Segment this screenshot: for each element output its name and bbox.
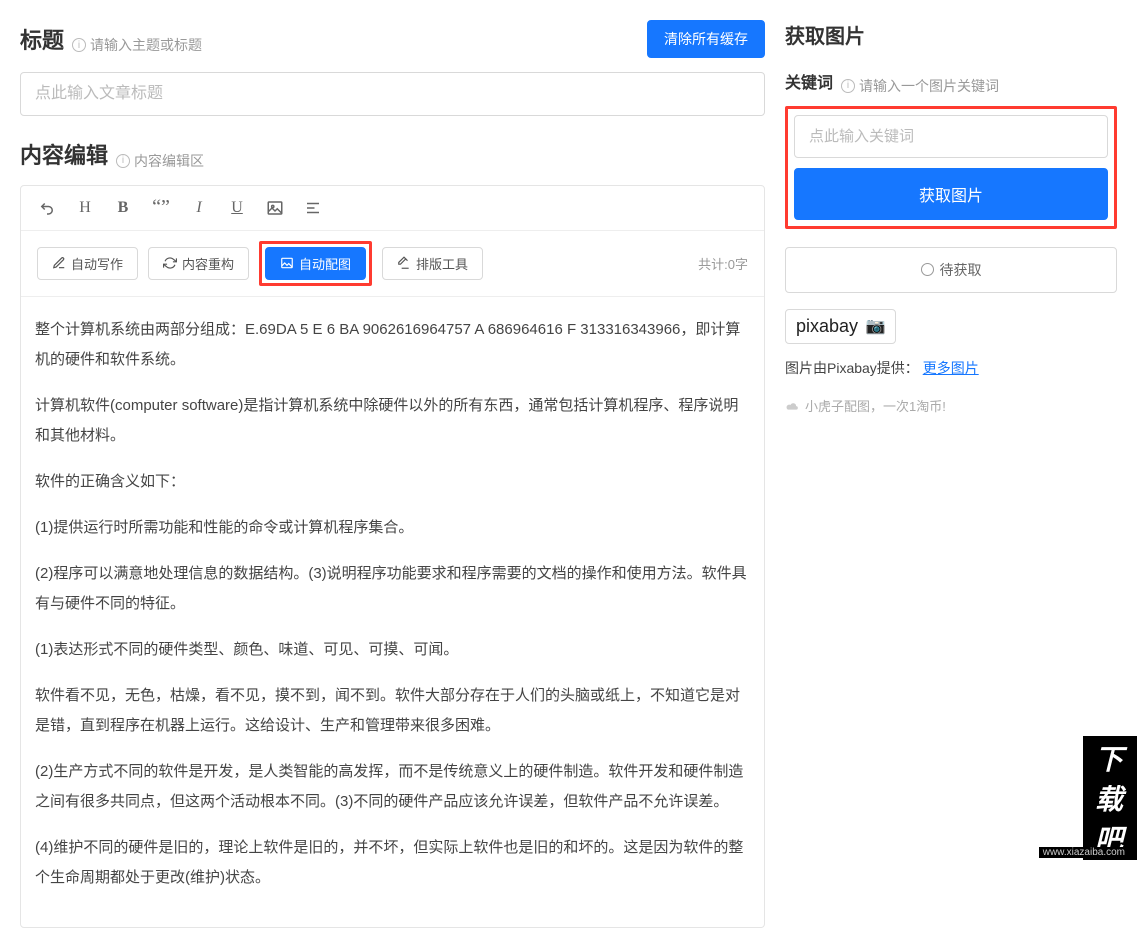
undo-icon[interactable] [37,198,57,218]
sidebar-title: 获取图片 [785,20,1117,49]
keyword-hint: i 请输入一个图片关键词 [841,76,999,96]
image-icon[interactable] [265,198,285,218]
circle-icon [921,263,934,276]
editor-box: H B “” I U 自动写作 内容重构 [20,185,765,928]
cloud-icon [785,400,799,410]
editor-paragraph: (1)提供运行时所需功能和性能的命令或计算机程序集合。 [35,513,750,543]
word-count: 共计:0字 [698,254,748,273]
restructure-button[interactable]: 内容重构 [148,247,249,280]
title-label: 标题 [20,23,64,55]
pixabay-badge: pixabay 📷 [785,309,896,344]
editor-paragraph: 软件看不见，无色，枯燥，看不见，摸不到，闻不到。软件大部分存在于人们的头脑或纸上… [35,681,750,741]
auto-write-button[interactable]: 自动写作 [37,247,138,280]
layout-icon [397,256,411,270]
photo-icon [280,256,294,270]
editor-paragraph: (2)程序可以满意地处理信息的数据结构。(3)说明程序功能要求和程序需要的文档的… [35,559,750,619]
quote-icon[interactable]: “” [151,198,171,218]
editor-paragraph: (2)生产方式不同的软件是开发，是人类智能的高发挥，而不是传统意义上的硬件制造。… [35,757,750,817]
align-icon[interactable] [303,198,323,218]
pending-status: 待获取 [785,247,1117,293]
title-section-header: 标题 i 请输入主题或标题 清除所有缓存 [20,20,765,58]
layout-tool-button[interactable]: 排版工具 [382,247,483,280]
title-hint: i 请输入主题或标题 [72,35,202,55]
keyword-input[interactable] [794,115,1108,158]
editor-paragraph: 整个计算机系统由两部分组成：E.69DA 5 E 6 BA 9062616964… [35,315,750,375]
action-toolbar: 自动写作 内容重构 自动配图 排版工具 共计:0字 [21,231,764,297]
content-hint: i 内容编辑区 [116,151,204,171]
italic-icon[interactable]: I [189,198,209,218]
keyword-label: 关键词 [785,69,833,93]
editor-paragraph: 计算机软件(computer software)是指计算机系统中除硬件以外的所有… [35,391,750,451]
editor-paragraph: (4)维护不同的硬件是旧的，理论上软件是旧的，并不坏，但实际上软件也是旧的和坏的… [35,833,750,893]
fetch-image-button[interactable]: 获取图片 [794,168,1108,220]
bold-icon[interactable]: B [113,198,133,218]
refresh-icon [163,256,177,270]
footer-note: 小虎子配图，一次1淘币! [785,396,1117,415]
info-icon: i [72,38,86,52]
image-credit: 图片由Pixabay提供： 更多图片 [785,358,1117,378]
pen-icon [52,256,66,270]
auto-image-button[interactable]: 自动配图 [265,247,366,280]
info-icon: i [116,154,130,168]
editor-paragraph: 软件的正确含义如下： [35,467,750,497]
underline-icon[interactable]: U [227,198,247,218]
keyword-highlight-box: 获取图片 [785,106,1117,229]
content-label: 内容编辑 [20,138,108,170]
editor-content[interactable]: 整个计算机系统由两部分组成：E.69DA 5 E 6 BA 9062616964… [21,297,764,927]
camera-icon: 📷 [861,316,885,336]
editor-paragraph: (1)表达形式不同的硬件类型、颜色、味道、可见、可摸、可闻。 [35,635,750,665]
clear-cache-button[interactable]: 清除所有缓存 [647,20,765,58]
format-toolbar: H B “” I U [21,186,764,231]
more-images-link[interactable]: 更多图片 [923,360,979,376]
info-icon: i [841,79,855,93]
heading-icon[interactable]: H [75,198,95,218]
article-title-input[interactable] [20,72,765,116]
auto-image-highlight: 自动配图 [259,241,372,286]
